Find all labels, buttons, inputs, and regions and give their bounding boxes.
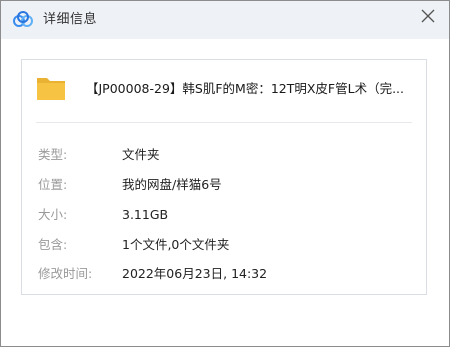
property-value: 文件夹: [122, 147, 160, 162]
close-button[interactable]: [415, 3, 441, 29]
property-row-modified: 修改时间: 2022年06月23日, 14:32: [22, 265, 426, 283]
property-row-contains: 包含: 1个文件,0个文件夹: [22, 236, 426, 254]
close-icon: [421, 9, 435, 23]
file-name: 【JP00008-29】韩S肌F的M密：12T明X皮F管L术（完...: [86, 81, 404, 96]
details-dialog: 详细信息 【JP00008-29】韩S肌F的M密：12T明X皮F管L术（完...…: [0, 0, 450, 347]
title-bar: 详细信息: [1, 1, 449, 39]
divider: [36, 122, 412, 123]
cloud-icon: [13, 11, 33, 27]
property-value: 2022年06月23日, 14:32: [122, 266, 268, 281]
property-row-location: 位置: 我的网盘/样猫6号: [22, 176, 426, 194]
property-value: 1个文件,0个文件夹: [122, 237, 230, 252]
property-value: 我的网盘/样猫6号: [122, 177, 222, 192]
details-panel: 【JP00008-29】韩S肌F的M密：12T明X皮F管L术（完... 类型: …: [21, 59, 427, 295]
property-label: 包含:: [38, 237, 68, 252]
dialog-title: 详细信息: [43, 12, 98, 27]
property-label: 大小:: [38, 207, 68, 222]
property-label: 类型:: [38, 147, 68, 162]
property-row-type: 类型: 文件夹: [22, 146, 426, 164]
folder-icon: [36, 74, 66, 102]
property-value: 3.11GB: [122, 207, 169, 222]
property-label: 位置:: [38, 177, 68, 192]
property-row-size: 大小: 3.11GB: [22, 206, 426, 224]
file-header: 【JP00008-29】韩S肌F的M密：12T明X皮F管L术（完...: [22, 60, 426, 120]
property-label: 修改时间:: [38, 266, 93, 281]
